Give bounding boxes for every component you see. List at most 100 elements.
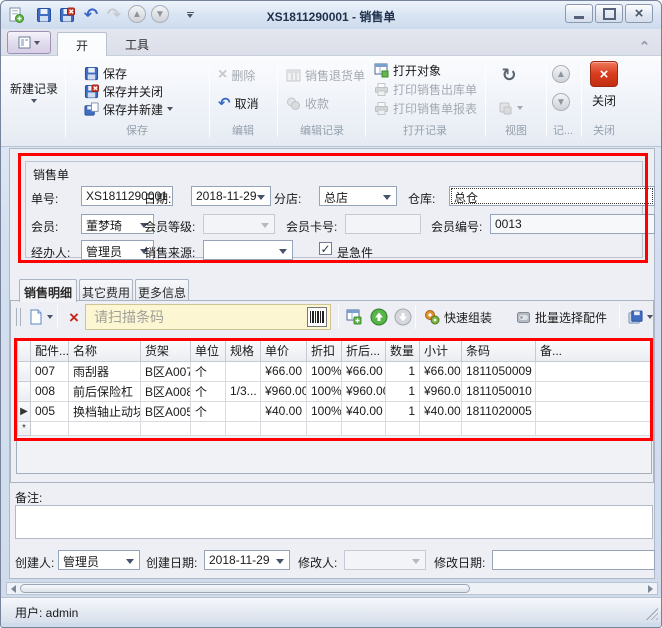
new-row-marker[interactable]: * xyxy=(18,421,31,435)
scrollbar-thumb[interactable] xyxy=(20,584,470,593)
window-close-button[interactable] xyxy=(625,4,653,23)
coins-icon xyxy=(286,96,301,111)
row-selector-header xyxy=(18,341,31,361)
sales-return-button: 销售退货单 xyxy=(283,66,368,84)
modify-date-label: 修改日期: xyxy=(434,554,485,571)
export-arrow-icon xyxy=(647,315,653,319)
open-record-group-label: 打开记录 xyxy=(367,122,483,136)
remark-textarea[interactable] xyxy=(15,505,653,539)
barcode-icon[interactable] xyxy=(307,307,327,327)
scroll-right-icon[interactable] xyxy=(648,585,653,593)
down-circle-icon xyxy=(394,308,412,326)
col-name[interactable]: 名称 xyxy=(69,341,141,361)
open-object-icon xyxy=(374,63,389,78)
app-menu-button[interactable] xyxy=(7,31,51,54)
scroll-left-icon[interactable] xyxy=(11,585,16,593)
save-icon xyxy=(84,66,99,81)
tab-sales-detail[interactable]: 销售明细 xyxy=(19,279,77,302)
date-dropdown[interactable]: 2018-11-29 xyxy=(191,186,271,206)
select-part-button[interactable] xyxy=(343,305,365,329)
save-new-icon xyxy=(84,102,99,117)
col-discount[interactable]: 折扣 xyxy=(307,341,342,361)
col-shelf[interactable]: 货架 xyxy=(141,341,191,361)
grid-row-current[interactable]: ▶ 005 换档轴止动块 B区A005 个 ¥40.00 100% ¥40.00… xyxy=(18,401,651,421)
branch-dropdown[interactable]: 总店 xyxy=(319,186,397,206)
col-spec[interactable]: 规格 xyxy=(226,341,261,361)
col-discounted[interactable]: 折后... xyxy=(342,341,386,361)
save-close-button[interactable]: 保存并关闭 xyxy=(81,82,166,100)
ribbon-tab-row: 开始 工具 xyxy=(1,29,661,56)
sales-order-window: ↶ ↷ ▲ ▼ XS1811290001 - 销售单 开始 工具 新建记录 xyxy=(0,0,662,628)
parts-box-icon xyxy=(516,310,531,325)
col-subtotal[interactable]: 小计 xyxy=(420,341,462,361)
printer-icon xyxy=(374,82,389,97)
col-part-no[interactable]: 配件... xyxy=(31,341,69,361)
creator-label: 创建人: xyxy=(15,554,54,571)
layout-button xyxy=(495,96,533,120)
ribbon: 新建记录 保存 保存并关闭 保存并新建 保存 × 删除 ↶ 取消 编辑 xyxy=(1,56,661,147)
print-outbound-button: 打印销售出库单 xyxy=(371,80,480,98)
minimize-button[interactable] xyxy=(565,4,593,23)
barcode-input[interactable] xyxy=(85,304,331,330)
col-price[interactable]: 单价 xyxy=(261,341,307,361)
refresh-icon: ↻ xyxy=(501,66,516,84)
source-dropdown[interactable] xyxy=(203,240,293,260)
delete-row-button[interactable]: × xyxy=(63,305,85,329)
edit-group-label: 编辑 xyxy=(211,122,275,136)
grid-row[interactable]: 007 雨刮器 B区A007 个 ¥66.00 100% ¥66.00 1 ¥6… xyxy=(18,361,651,381)
resize-grip-icon[interactable] xyxy=(646,608,658,620)
member-no-label: 会员编号: xyxy=(431,218,482,235)
close-form-icon[interactable]: × xyxy=(590,61,618,87)
undo-icon: ↶ xyxy=(218,96,231,111)
add-row-arrow-icon xyxy=(47,315,53,319)
warehouse-dropdown[interactable]: 总仓 xyxy=(449,186,655,206)
tab-start[interactable]: 开始 xyxy=(57,32,107,56)
grid-new-row[interactable]: * xyxy=(18,421,651,435)
modifier-label: 修改人: xyxy=(298,554,337,571)
delete-row-icon: × xyxy=(69,309,79,326)
member-level-dropdown xyxy=(203,214,275,234)
urgent-checkbox[interactable]: ✓ xyxy=(319,242,332,255)
toolbar-grip[interactable] xyxy=(16,308,21,326)
tab-other-fees[interactable]: 其它费用 xyxy=(79,279,133,301)
create-date-dropdown[interactable]: 2018-11-29 xyxy=(204,550,290,570)
export-layout-button[interactable] xyxy=(625,305,656,329)
maximize-button[interactable] xyxy=(595,4,623,23)
collapse-ribbon-icon[interactable] xyxy=(640,39,649,48)
col-remark[interactable]: 备... xyxy=(536,341,651,361)
col-unit[interactable]: 单位 xyxy=(191,341,226,361)
row-selector[interactable] xyxy=(18,381,31,401)
member-card-field xyxy=(345,214,421,234)
edit-record-group-label: 编辑记录 xyxy=(279,122,365,136)
new-record-button[interactable]: 新建记录 xyxy=(7,60,61,122)
horizontal-scrollbar[interactable] xyxy=(6,582,658,595)
printer-icon xyxy=(374,101,389,116)
batch-select-button[interactable]: 批量选择配件 xyxy=(513,305,610,329)
member-no-field[interactable]: 0013 xyxy=(490,214,655,234)
save-button[interactable]: 保存 xyxy=(81,64,130,82)
save-new-button[interactable]: 保存并新建 xyxy=(81,100,176,118)
tab-tools[interactable]: 工具 xyxy=(109,32,165,56)
save-close-icon xyxy=(84,84,99,99)
print-report-button: 打印销售单报表 xyxy=(371,99,480,117)
view-group-label: 视图 xyxy=(487,122,545,136)
current-row-marker[interactable]: ▶ xyxy=(18,401,31,421)
open-object-button[interactable]: 打开对象 xyxy=(371,61,444,79)
col-qty[interactable]: 数量 xyxy=(386,341,420,361)
add-row-button[interactable] xyxy=(25,305,56,329)
refresh-button[interactable]: ↻ xyxy=(495,63,523,87)
grid-row[interactable]: 008 前后保险杠 B区A008 个 1/3... ¥960.00 100% ¥… xyxy=(18,381,651,401)
grid-header-row: 配件... 名称 货架 单位 规格 单价 折扣 折后... 数量 小计 条码 备… xyxy=(18,341,651,361)
save-group-label: 保存 xyxy=(67,122,207,136)
tab-more-info[interactable]: 更多信息 xyxy=(135,279,189,301)
remark-label: 备注: xyxy=(15,489,42,506)
row-selector[interactable] xyxy=(18,361,31,381)
col-barcode[interactable]: 条码 xyxy=(462,341,536,361)
member-label: 会员: xyxy=(31,218,58,235)
sales-return-icon xyxy=(286,68,301,83)
move-up-button[interactable] xyxy=(367,305,391,329)
close-button-label[interactable]: 关闭 xyxy=(581,92,627,109)
cancel-button[interactable]: ↶ 取消 xyxy=(215,94,262,112)
table-add-icon xyxy=(346,309,362,325)
quick-assemble-button[interactable]: 快速组装 xyxy=(421,305,495,329)
